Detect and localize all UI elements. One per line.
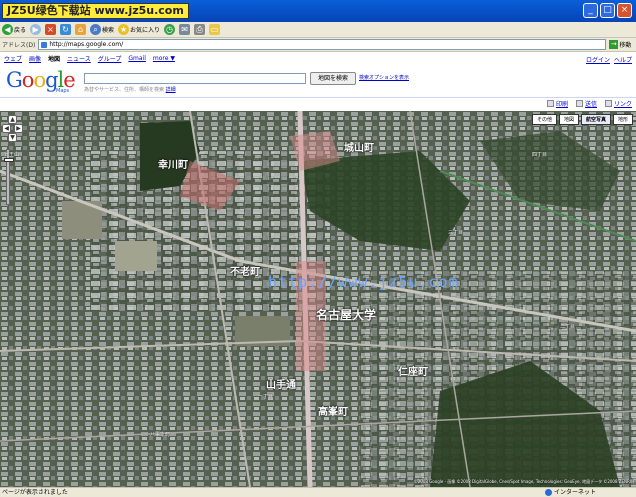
minimize-button[interactable]: _ <box>583 3 598 18</box>
refresh-icon: ↻ <box>60 24 72 35</box>
map-label-yamate[interactable]: 山手通 <box>266 376 296 391</box>
go-arrow-icon: → <box>609 40 619 49</box>
account-links: ログイン ヘルプ <box>586 55 632 64</box>
google-nav: ウェブ 画像 地図 ニュース グループ Gmail more ▼ ログイン ヘル… <box>0 52 636 65</box>
map-type-terrain[interactable]: 地形 <box>612 114 633 125</box>
mail-icon: ✉ <box>179 24 191 35</box>
watermark-url: http://www.jz5u.com <box>268 273 459 291</box>
header-divider <box>0 97 636 98</box>
link-link[interactable]: リンク <box>604 99 632 108</box>
status-text: ページが表示されました <box>2 489 68 496</box>
zoom-handle[interactable] <box>4 158 14 162</box>
map-label-kokawa[interactable]: 幸川町 <box>158 156 188 171</box>
search-options-link[interactable]: 検索オプションを表示 <box>359 74 409 81</box>
nav-link-gmail[interactable]: Gmail <box>128 55 146 62</box>
satellite-map[interactable]: ▲ ◀ ▶ ▼ その他 地図 航空写真 地形 http://www.jz5u.c… <box>0 111 636 487</box>
help-link[interactable]: ヘルプ <box>614 55 632 64</box>
satellite-imagery <box>0 111 636 487</box>
map-label-furo[interactable]: 不老町 <box>230 263 260 278</box>
browser-toolbar: ◀ 戻る ▶ × ↻ ⌂ ⌕ 検索 ★ お気に入り ◷ ✉ ⎙ ▭ <box>0 22 636 38</box>
nav-link-groups[interactable]: グループ <box>98 54 122 63</box>
map-label-1chome[interactable]: 一丁目 <box>258 393 273 400</box>
map-label-3chome[interactable]: 三丁目 <box>448 229 463 236</box>
map-type-switch: その他 地図 航空写真 地形 <box>531 114 633 125</box>
logo-subtitle: Maps <box>56 88 70 94</box>
map-label-university[interactable]: 名古屋大学 <box>316 306 376 323</box>
map-tools: 印刷 送信 リンク <box>546 99 632 108</box>
map-label-kakuozan[interactable]: 覚王山 <box>4 151 19 158</box>
print-button[interactable]: ⎙ <box>194 24 206 35</box>
nav-link-maps: 地図 <box>48 56 61 63</box>
map-copyright: ©2008 Google - 画像 ©2008 DigitalGlobe, Cn… <box>413 479 634 484</box>
history-icon: ◷ <box>164 24 176 35</box>
hint-details-link[interactable]: 詳細 <box>166 87 176 93</box>
window-titlebar: JZ5U绿色下载站 www.jz5u.com _ □ × <box>0 0 636 22</box>
back-button[interactable]: ◀ 戻る <box>2 24 26 35</box>
print-icon <box>546 100 554 107</box>
mail-button[interactable]: ✉ <box>179 24 191 35</box>
map-label-shiroyama[interactable]: 城山町 <box>344 139 374 154</box>
login-link[interactable]: ログイン <box>586 55 610 64</box>
nav-link-web[interactable]: ウェブ <box>4 54 22 63</box>
printer-icon: ⎙ <box>194 24 206 35</box>
stop-button[interactable]: × <box>45 24 57 35</box>
pan-down-button[interactable]: ▼ <box>8 133 17 142</box>
envelope-icon <box>575 100 583 107</box>
map-type-map[interactable]: 地図 <box>558 114 579 125</box>
map-label-4chome[interactable]: 四丁目 <box>532 151 547 158</box>
map-type-more[interactable]: その他 <box>531 114 557 125</box>
pan-up-button[interactable]: ▲ <box>8 115 17 124</box>
search-input[interactable] <box>84 73 306 84</box>
go-button[interactable]: → 移動 <box>609 40 631 49</box>
forward-arrow-icon: ▶ <box>30 24 42 35</box>
pan-left-button[interactable]: ◀ <box>2 124 11 133</box>
map-label-2chome[interactable]: 二丁目 <box>560 323 575 330</box>
nav-link-news[interactable]: ニュース <box>67 54 91 63</box>
close-button[interactable]: × <box>617 3 632 18</box>
address-label: アドレス(D) <box>2 42 36 49</box>
map-label-yagoto[interactable]: 八事本町 <box>150 431 170 438</box>
map-type-satellite[interactable]: 航空写真 <box>580 114 611 125</box>
home-button[interactable]: ⌂ <box>75 24 87 35</box>
folder-button[interactable]: ▭ <box>209 24 221 35</box>
stop-icon: × <box>45 24 57 35</box>
map-label-niza[interactable]: 仁座町 <box>398 363 428 378</box>
page-content: ウェブ 画像 地図 ニュース グループ Gmail more ▼ ログイン ヘル… <box>0 52 636 487</box>
address-bar: アドレス(D) http://maps.google.com/ → 移動 <box>0 38 636 52</box>
forward-button[interactable]: ▶ <box>30 24 42 35</box>
url-field[interactable]: http://maps.google.com/ <box>38 39 607 50</box>
globe-icon <box>544 489 552 496</box>
nav-link-more[interactable]: more ▼ <box>153 55 175 62</box>
star-icon: ★ <box>118 24 130 35</box>
nav-link-images[interactable]: 画像 <box>29 54 41 63</box>
back-arrow-icon: ◀ <box>2 24 13 35</box>
chain-link-icon <box>604 100 612 107</box>
search-icon: ⌕ <box>90 24 102 35</box>
print-link[interactable]: 印刷 <box>546 99 568 108</box>
status-bar: ページが表示されました インターネット <box>0 487 636 497</box>
maximize-button[interactable]: □ <box>600 3 615 18</box>
search-hint: 為替やサービス、住所、構師を検索 詳細 <box>84 87 176 93</box>
search-maps-button[interactable]: 地図を検索 <box>310 72 356 85</box>
watermark-banner: JZ5U绿色下载站 www.jz5u.com <box>2 3 189 19</box>
home-icon: ⌂ <box>75 24 87 35</box>
folder-icon: ▭ <box>209 24 221 35</box>
pan-right-button[interactable]: ▶ <box>14 124 23 133</box>
map-label-takamine[interactable]: 高峯町 <box>318 403 348 418</box>
favorites-button[interactable]: ★ お気に入り <box>118 24 160 35</box>
search-button[interactable]: ⌕ 検索 <box>90 24 114 35</box>
refresh-button[interactable]: ↻ <box>60 24 72 35</box>
window-controls: _ □ × <box>583 3 632 18</box>
security-zone: インターネット <box>544 488 596 497</box>
send-link[interactable]: 送信 <box>575 99 597 108</box>
history-button[interactable]: ◷ <box>164 24 176 35</box>
